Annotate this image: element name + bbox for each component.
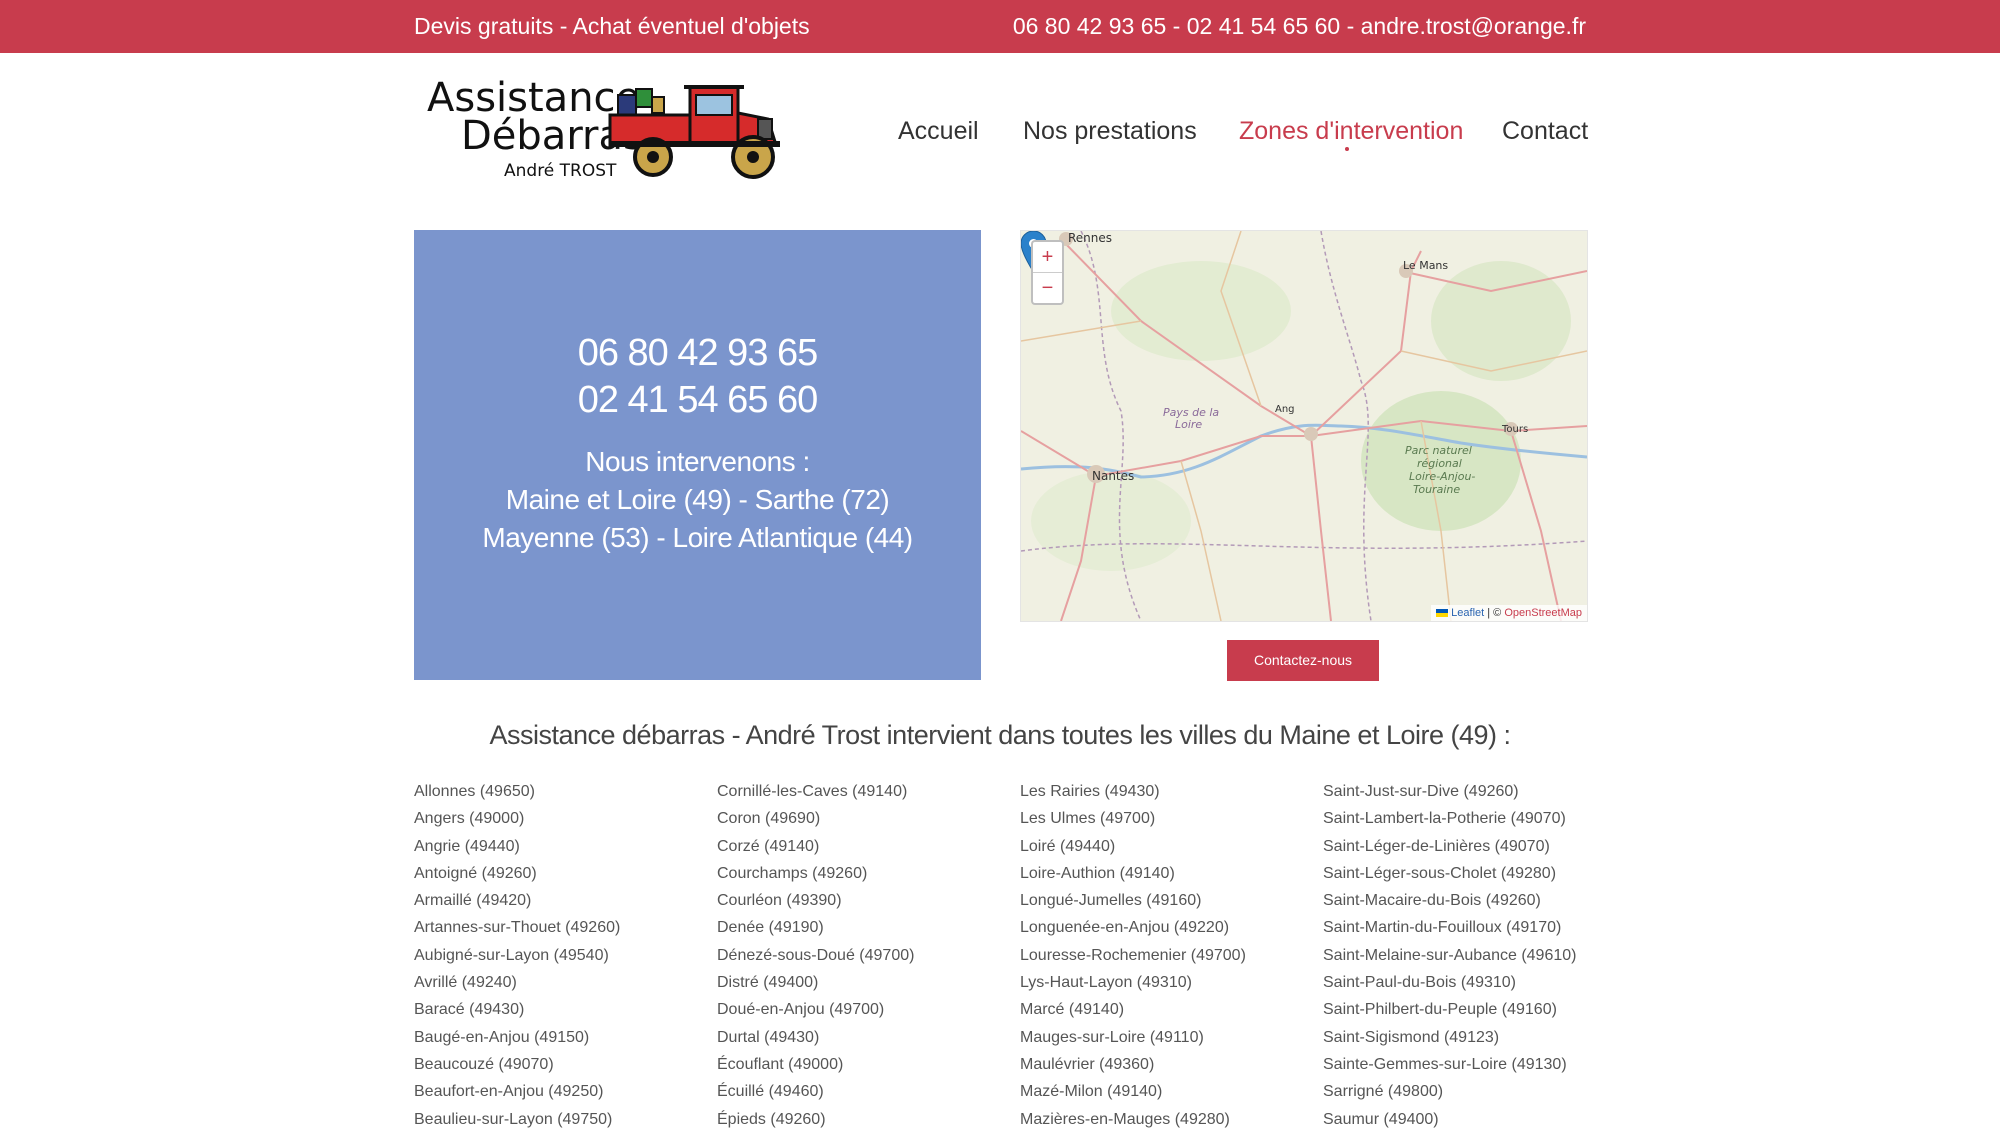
town-item: Saint-Philbert-du-Peuple (49160) [1323,1001,1557,1019]
phone-landline[interactable]: 02 41 54 65 60 [414,379,981,422]
nav-nos-prestations[interactable]: Nos prestations [1023,117,1197,146]
map-label-region-2: Loire [1175,418,1203,431]
contact-us-button[interactable]: Contactez-nous [1227,640,1379,681]
town-item: Écouflant (49000) [717,1055,844,1073]
ukraine-flag-icon [1436,609,1449,618]
zoom-out-button[interactable]: − [1033,273,1062,303]
towns-column-2: Cornillé-les-Caves (49140) Coron (49690)… [717,778,914,1133]
map-label-parc-1: Parc naturel [1405,444,1472,457]
town-item: Distré (49400) [717,974,819,992]
map-attribution: Leaflet | © OpenStreetMap [1431,605,1587,621]
towns-heading: Assistance débarras - André Trost interv… [489,720,1511,750]
town-item: Armaillé (49420) [414,892,532,910]
town-item: Longuenée-en-Anjou (49220) [1020,919,1230,937]
nav-contact[interactable]: Contact [1502,117,1588,146]
intervention-regions-2: Mayenne (53) - Loire Atlantique (44) [482,522,913,553]
town-item: Artannes-sur-Thouet (49260) [414,919,621,937]
town-item: Dénezé-sous-Doué (49700) [717,946,915,964]
map-label-parc-3: Loire-Anjou- [1409,470,1476,483]
leaflet-link[interactable]: Leaflet [1451,607,1484,619]
town-item: Saint-Léger-sous-Cholet (49280) [1323,864,1557,882]
intervention-regions-1: Maine et Loire (49) - Sarthe (72) [505,484,890,515]
top-bar-tagline: Devis gratuits - Achat éventuel d'objets [414,13,810,39]
town-item: Beaulieu-sur-Layon (49750) [414,1110,613,1128]
town-item: Mazières-en-Mauges (49280) [1020,1110,1230,1128]
town-item: Angrie (49440) [414,837,520,855]
town-item: Baugé-en-Anjou (49150) [414,1028,590,1046]
town-item: Sarrigné (49800) [1323,1083,1444,1101]
town-item: Coron (49690) [717,810,821,828]
map-label-le-mans: Le Mans [1403,259,1449,272]
town-item: Loiré (49440) [1020,837,1116,855]
nav-zones-intervention[interactable]: Zones d'intervention [1239,117,1463,146]
town-item: Longué-Jumelles (49160) [1020,892,1202,910]
town-item: Sainte-Gemmes-sur-Loire (49130) [1323,1055,1567,1073]
town-item: Courléon (49390) [717,892,842,910]
map-label-angers: Ang [1275,404,1295,415]
town-item: Aubigné-sur-Layon (49540) [414,946,609,964]
map-label-rennes: Rennes [1068,231,1113,245]
town-item: Épieds (49260) [717,1110,826,1128]
top-bar-contact[interactable]: 06 80 42 93 65 - 02 41 54 65 60 - andre.… [1013,13,1586,40]
site-logo[interactable]: Assistance Débarras André TROST [425,75,795,185]
town-item: Loire-Authion (49140) [1020,864,1175,882]
town-item: Saint-Martin-du-Fouilloux (49170) [1323,919,1562,937]
town-item: Maulévrier (49360) [1020,1055,1155,1073]
town-item: Courchamps (49260) [717,864,868,882]
town-item: Saint-Léger-de-Linières (49070) [1323,837,1550,855]
top-bar: Devis gratuits - Achat éventuel d'objets… [0,0,2000,53]
towns-column-1: Allonnes (49650) Angers (49000) Angrie (… [414,778,620,1133]
header: Assistance Débarras André TROST Accueil … [0,53,2000,203]
map-label-parc-2: régional [1417,457,1462,470]
town-item: Denée (49190) [717,919,824,937]
town-item: Mazé-Milon (49140) [1020,1083,1163,1101]
map-zoom-control: + − [1031,240,1064,305]
intervention-map[interactable]: Rennes Le Mans Nantes Tours Ang Pays de … [1020,230,1588,622]
active-nav-indicator [1345,147,1349,151]
town-item: Doué-en-Anjou (49700) [717,1001,885,1019]
openstreetmap-link[interactable]: OpenStreetMap [1504,607,1582,619]
town-item: Les Ulmes (49700) [1020,810,1156,828]
town-item: Cornillé-les-Caves (49140) [717,783,908,800]
logo-line-3: André TROST [504,161,617,181]
town-item: Louresse-Rochemenier (49700) [1020,946,1246,964]
towns-column-3: Les Rairies (49430) Les Ulmes (49700) Lo… [1020,778,1246,1133]
town-item: Beaufort-en-Anjou (49250) [414,1083,604,1101]
town-item: Baracé (49430) [414,1001,525,1019]
town-item: Mauges-sur-Loire (49110) [1020,1028,1204,1046]
town-item: Marcé (49140) [1020,1001,1125,1019]
town-item: Saint-Paul-du-Bois (49310) [1323,974,1516,992]
town-item: Saumur (49400) [1323,1110,1439,1128]
town-item: Beaucouzé (49070) [414,1055,554,1073]
towns-column-4: Saint-Just-sur-Dive (49260) Saint-Lamber… [1323,778,1576,1133]
town-item: Avrillé (49240) [414,974,517,992]
attribution-separator: | © [1487,607,1502,619]
intervention-title: Nous intervenons : [585,446,810,477]
town-item: Lys-Haut-Layon (49310) [1020,974,1192,992]
town-item: Écuillé (49460) [717,1083,824,1101]
town-item: Allonnes (49650) [414,783,535,800]
contact-info-box: 06 80 42 93 65 02 41 54 65 60 Nous inter… [414,230,981,680]
phone-mobile[interactable]: 06 80 42 93 65 [414,332,981,375]
town-item: Corzé (49140) [717,837,820,855]
town-item: Saint-Macaire-du-Bois (49260) [1323,892,1541,910]
town-item: Durtal (49430) [717,1028,820,1046]
map-label-parc-4: Touraine [1413,483,1461,496]
zoom-in-button[interactable]: + [1033,242,1062,273]
town-item: Saint-Sigismond (49123) [1323,1028,1500,1046]
map-label-tours: Tours [1502,424,1529,435]
town-item: Antoigné (49260) [414,864,537,882]
town-item: Angers (49000) [414,810,525,828]
town-item: Les Rairies (49430) [1020,783,1160,800]
map-label-nantes: Nantes [1092,469,1135,483]
town-item: Saint-Just-sur-Dive (49260) [1323,783,1519,800]
nav-accueil[interactable]: Accueil [898,117,979,146]
truck-icon [608,85,780,179]
town-item: Saint-Lambert-la-Potherie (49070) [1323,810,1566,828]
town-item: Saint-Melaine-sur-Aubance (49610) [1323,946,1577,964]
